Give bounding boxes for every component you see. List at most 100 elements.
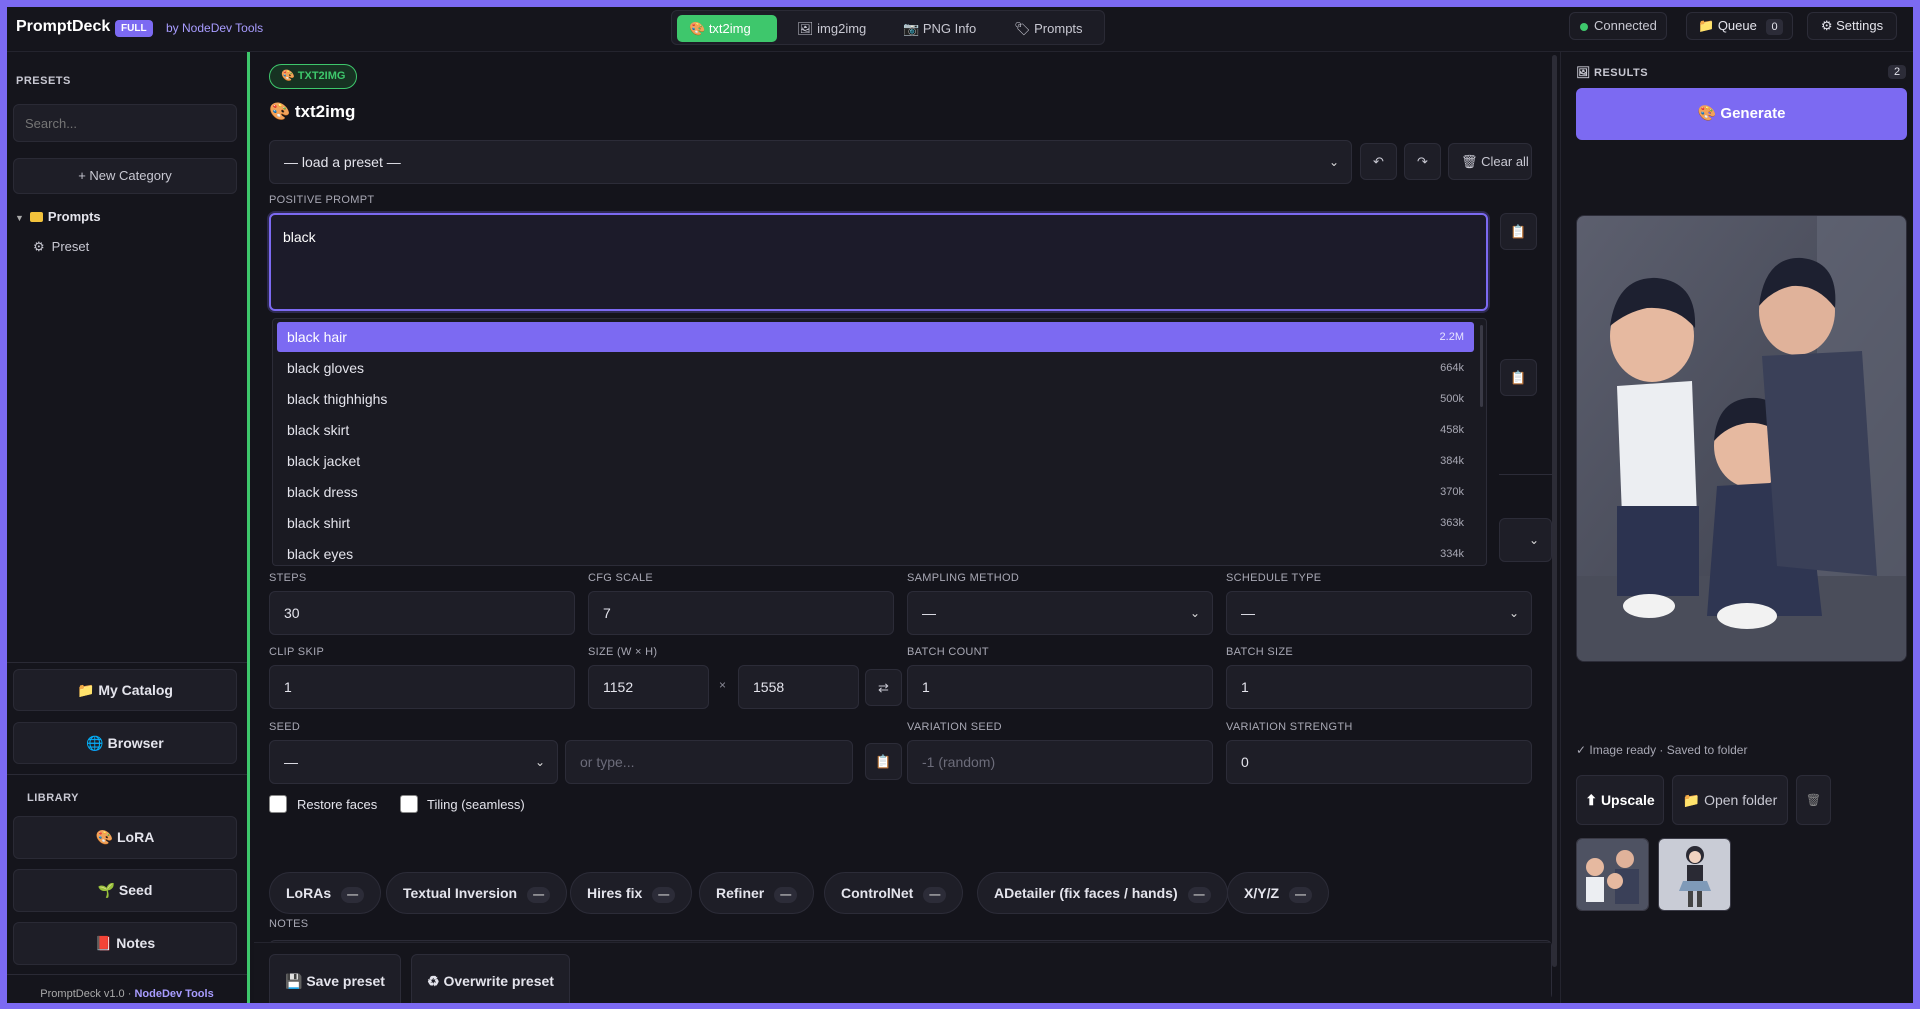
autocomplete-dropdown: black hair 2.2M black gloves 664k black th… (272, 318, 1487, 566)
tab-prompts[interactable]: 🏷 Prompts (1002, 15, 1095, 42)
generate-button[interactable]: 🎨 Generate (1576, 88, 1907, 140)
autocomplete-item[interactable]: black dress 370k (277, 477, 1474, 507)
preset-select[interactable]: — load a preset — ⌄ (269, 140, 1352, 184)
settings-button[interactable]: ⚙ Settings (1807, 12, 1897, 40)
browser-button[interactable]: 🌐 Browser (13, 722, 237, 764)
tab-txt2img[interactable]: 🎨 txt2img (677, 15, 777, 42)
results-count: 2 (1888, 65, 1907, 79)
chip-textual-inversion[interactable]: Textual Inversion — (386, 872, 568, 914)
chevron-down-icon: ⌄ (1508, 606, 1519, 620)
library-notes-button[interactable]: 📕 Notes (13, 922, 237, 965)
chip-label: ADetailer (fix faces / hands) (994, 885, 1178, 901)
tab-img2img[interactable]: 🖼 img2img (785, 15, 878, 42)
caret-down-icon: ▼ (15, 213, 24, 223)
cfg-label: CFG SCALE (588, 572, 654, 584)
model-select[interactable]: ⌄ (1499, 518, 1552, 562)
steps-input[interactable]: 30 (269, 591, 575, 635)
chip-controlnet[interactable]: ControlNet — (824, 872, 964, 914)
variation-seed-label: VARIATION SEED (907, 721, 1002, 733)
sidebar-footer: PromptDeck v1.0 · NodeDev Tools (7, 988, 247, 1000)
delete-result-button[interactable]: 🗑 (1796, 775, 1831, 825)
autocomplete-item[interactable]: black skirt 458k (277, 415, 1474, 445)
batch-size-input[interactable]: 1 (1226, 665, 1532, 709)
tiling-checkbox[interactable] (400, 795, 418, 813)
height-input[interactable]: 1558 (738, 665, 859, 709)
autocomplete-item[interactable]: black thighhighs 500k (277, 384, 1474, 414)
preset-search-input[interactable] (13, 104, 237, 142)
status-text: Connected (1594, 18, 1657, 33)
results-heading-text: RESULTS (1594, 67, 1649, 79)
tag-count: 370k (1440, 486, 1464, 498)
result-preview-image[interactable] (1576, 215, 1907, 662)
chip-state: — (774, 887, 798, 903)
redo-button[interactable]: ↷ (1404, 143, 1441, 180)
chip-refiner[interactable]: Refiner — (699, 872, 815, 914)
chip-label: X/Y/Z (1244, 885, 1280, 901)
app-window: PromptDeck FULL by NodeDev Tools 🎨 txt2i… (7, 7, 1913, 1003)
positive-prompt-textarea[interactable]: black (269, 213, 1488, 311)
variation-strength-input[interactable]: 0 (1226, 740, 1532, 784)
my-catalog-button[interactable]: 📁 My Catalog (13, 669, 237, 711)
preview-illustration (1577, 216, 1906, 661)
chip-label: Hires fix (587, 885, 643, 901)
open-folder-button[interactable]: 📁 Open folder (1672, 775, 1788, 825)
main-scrollbar[interactable] (1552, 55, 1557, 967)
chip-label: Textual Inversion (403, 885, 518, 901)
palette-icon: 🎨 (281, 70, 295, 82)
chip-loras[interactable]: LoRAs — (269, 872, 382, 914)
autocomplete-item[interactable]: black hair 2.2M (277, 322, 1474, 352)
variation-seed-input[interactable]: -1 (random) (907, 740, 1213, 784)
batch-count-input[interactable]: 1 (907, 665, 1213, 709)
overwrite-preset-button[interactable]: ♻ Overwrite preset (411, 954, 570, 1003)
footer-vendor-link[interactable]: NodeDev Tools (134, 988, 213, 1000)
redo-icon: ↷ (1417, 154, 1428, 169)
restore-faces-checkbox[interactable] (269, 795, 287, 813)
width-input[interactable]: 1152 (588, 665, 709, 709)
new-category-button[interactable]: + New Category (13, 158, 237, 194)
restore-faces-label: Restore faces (297, 797, 378, 812)
chip-xyz[interactable]: X/Y/Z — (1227, 872, 1330, 914)
seed-input[interactable]: or type... (565, 740, 853, 784)
library-seed-button[interactable]: 🌱 Seed (13, 869, 237, 912)
autocomplete-item[interactable]: black eyes 334k (277, 539, 1474, 565)
undo-icon: ↶ (1373, 154, 1384, 169)
chip-adetailer[interactable]: ADetailer (fix faces / hands) — (977, 872, 1228, 914)
schedule-select[interactable]: — ⌄ (1226, 591, 1532, 635)
tree-item-preset[interactable]: ⚙ Preset (33, 239, 89, 255)
chevron-down-icon: ⌄ (1189, 606, 1200, 620)
undo-button[interactable]: ↶ (1360, 143, 1397, 180)
library-lora-button[interactable]: 🎨 LoRA (13, 816, 237, 859)
autocomplete-scrollbar[interactable] (1480, 325, 1483, 407)
floppy-icon: 💾 (285, 973, 303, 989)
result-thumbnail[interactable] (1658, 838, 1731, 911)
autocomplete-item[interactable]: black jacket 384k (277, 446, 1474, 476)
upscale-button[interactable]: ⬆ Upscale (1576, 775, 1664, 825)
clip-skip-input[interactable]: 1 (269, 665, 575, 709)
camera-icon: 📷 (903, 21, 920, 36)
paste-positive-button[interactable]: 📋 (1500, 213, 1537, 250)
clear-all-button[interactable]: 🗑 Clear all (1448, 143, 1532, 180)
save-preset-button[interactable]: 💾 Save preset (269, 954, 401, 1003)
chip-state: — (652, 887, 676, 903)
positive-prompt-label: POSITIVE PROMPT (269, 194, 375, 206)
seed-select[interactable]: — ⌄ (269, 740, 558, 784)
result-thumbnail[interactable] (1576, 838, 1649, 911)
chip-hires-fix[interactable]: Hires fix — (570, 872, 693, 914)
seedling-icon: 🌱 (97, 882, 116, 898)
paste-seed-button[interactable]: 📋 (865, 743, 902, 780)
vendor-byline[interactable]: by NodeDev Tools (166, 21, 263, 35)
tree-folder-prompts[interactable]: ▼ Prompts (15, 209, 101, 224)
autocomplete-item[interactable]: black gloves 664k (277, 353, 1474, 383)
button-label: Save preset (306, 973, 385, 989)
brand-name: PromptDeck (16, 18, 111, 35)
cfg-input[interactable]: 7 (588, 591, 894, 635)
tab-png-info[interactable]: 📷 PNG Info (891, 15, 988, 42)
palette-icon: 🎨 (1697, 105, 1717, 122)
sampler-select[interactable]: — ⌄ (907, 591, 1213, 635)
queue-button[interactable]: 📁 Queue 0 (1686, 12, 1793, 40)
folder-icon: 📁 (1682, 792, 1701, 808)
swap-size-button[interactable]: ⇄ (865, 669, 902, 706)
paste-negative-button[interactable]: 📋 (1500, 359, 1537, 396)
tab-label: Prompts (1034, 21, 1083, 36)
autocomplete-item[interactable]: black shirt 363k (277, 508, 1474, 538)
